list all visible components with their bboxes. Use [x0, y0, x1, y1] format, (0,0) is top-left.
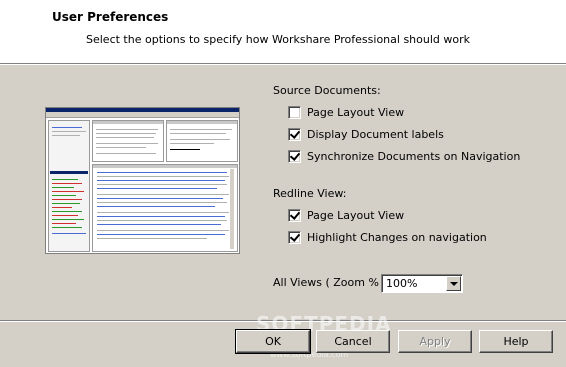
dialog-subtitle: Select the options to specify how Worksh… — [86, 33, 471, 46]
display-document-labels-label: Display Document labels — [307, 128, 444, 141]
synchronize-documents-option[interactable]: Synchronize Documents on Navigation — [288, 150, 520, 163]
highlight-changes-option[interactable]: Highlight Changes on navigation — [288, 231, 487, 244]
source-documents-label: Source Documents: — [273, 84, 381, 97]
display-document-labels-option[interactable]: Display Document labels — [288, 128, 444, 141]
preview-changes-pane — [48, 120, 90, 252]
source-page-layout-label: Page Layout View — [307, 106, 405, 119]
ok-button[interactable]: OK — [235, 329, 311, 354]
source-page-layout-option[interactable]: Page Layout View — [288, 106, 404, 119]
source-page-layout-checkbox[interactable] — [288, 106, 301, 119]
cancel-button[interactable]: Cancel — [316, 330, 390, 353]
zoom-select[interactable]: 100% — [381, 274, 463, 293]
zoom-label: All Views ( Zoom % ): — [273, 276, 391, 289]
chevron-down-icon[interactable] — [446, 276, 461, 291]
zoom-select-value: 100% — [386, 277, 418, 290]
redline-page-layout-label: Page Layout View — [307, 209, 405, 222]
dialog-header: User Preferences Select the options to s… — [0, 0, 566, 64]
dialog-title: User Preferences — [52, 10, 169, 24]
preview-thumbnail — [45, 107, 240, 254]
redline-view-label: Redline View: — [273, 187, 347, 200]
display-document-labels-checkbox[interactable] — [288, 128, 301, 141]
highlight-changes-label: Highlight Changes on navigation — [307, 231, 487, 244]
redline-page-layout-option[interactable]: Page Layout View — [288, 209, 404, 222]
header-divider — [0, 64, 566, 65]
synchronize-documents-label: Synchronize Documents on Navigation — [307, 150, 521, 163]
help-button[interactable]: Help — [479, 330, 553, 353]
apply-button[interactable]: Apply — [398, 330, 472, 353]
redline-page-layout-checkbox[interactable] — [288, 209, 301, 222]
synchronize-documents-checkbox[interactable] — [288, 150, 301, 163]
preview-redline-doc — [92, 164, 238, 252]
highlight-changes-checkbox[interactable] — [288, 231, 301, 244]
preview-modified-doc — [166, 120, 238, 162]
preview-original-doc — [92, 120, 164, 162]
preview-toolbar — [46, 112, 239, 118]
